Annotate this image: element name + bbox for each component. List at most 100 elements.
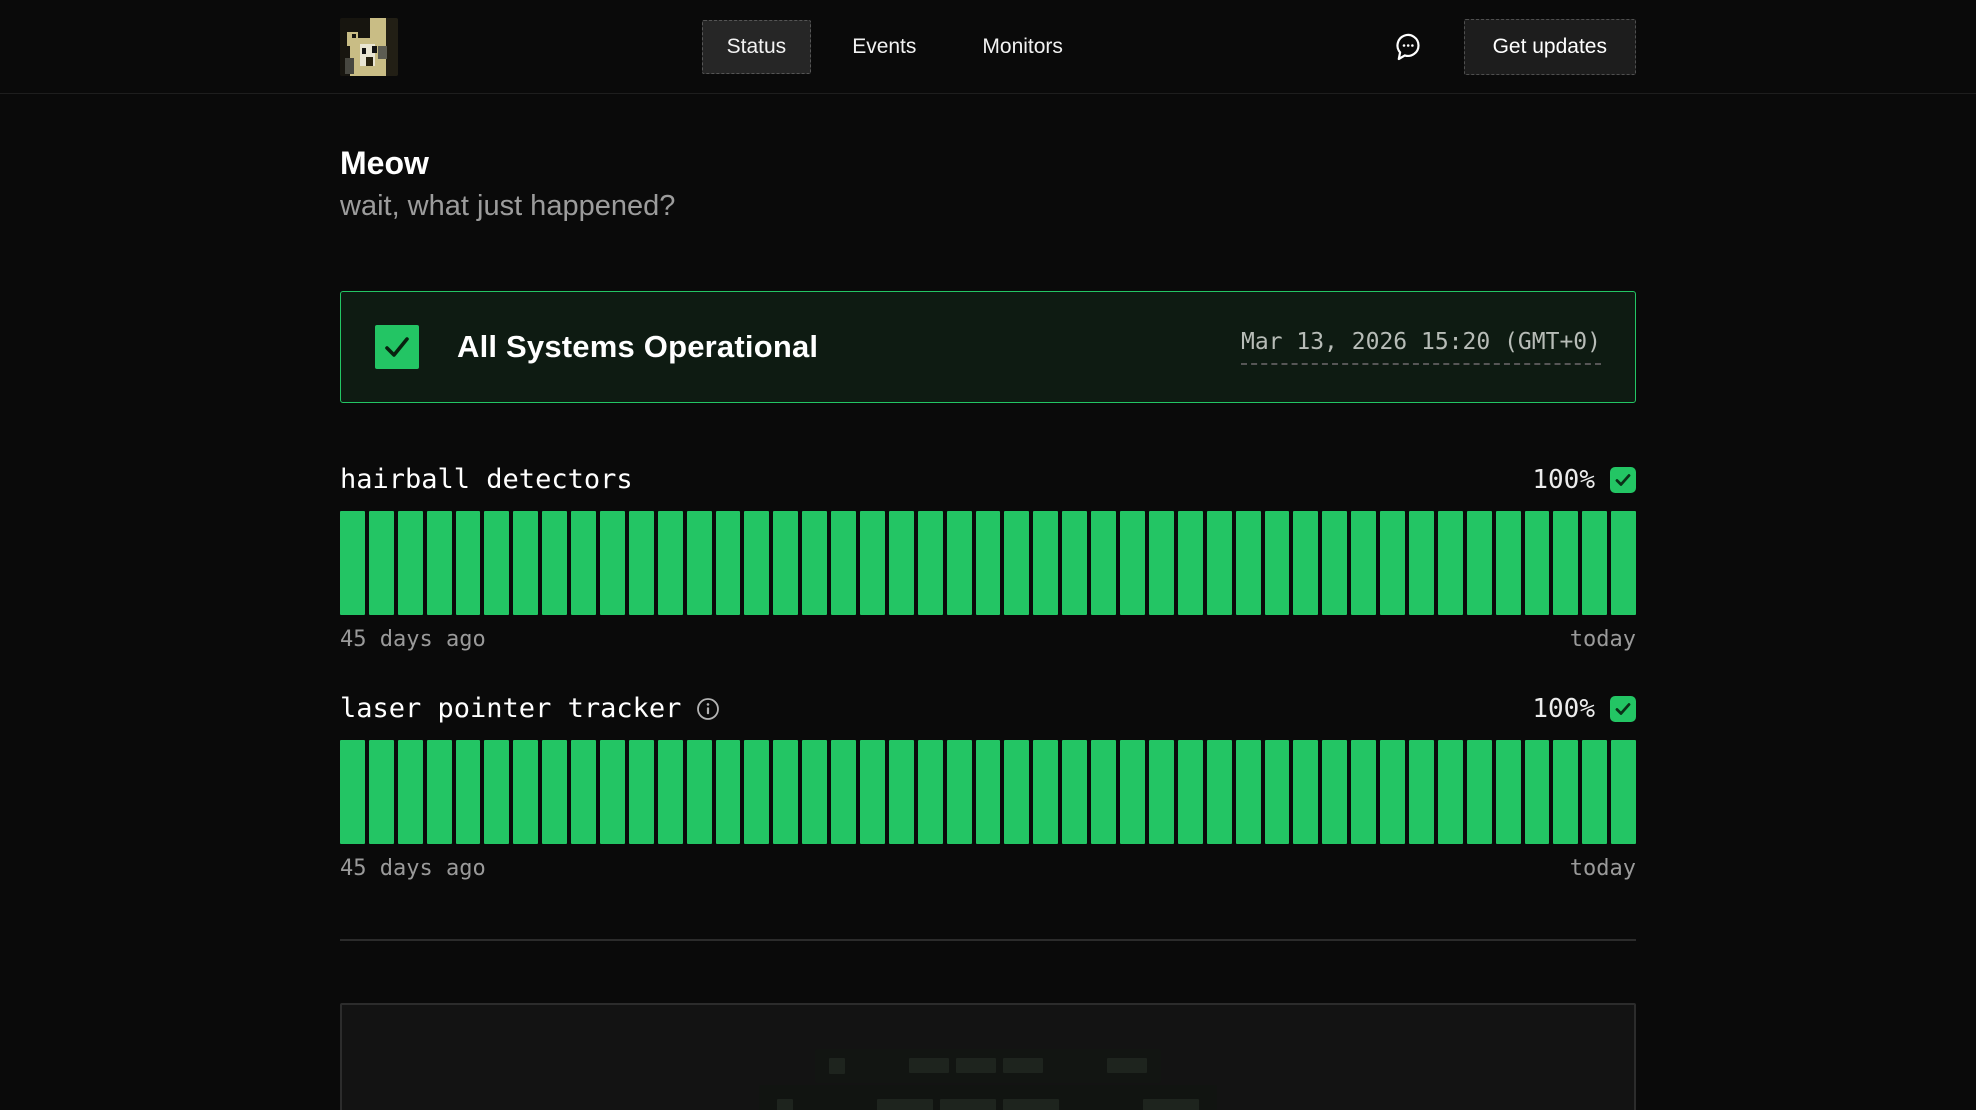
uptime-bar[interactable] (1409, 740, 1434, 844)
uptime-bar[interactable] (513, 740, 538, 844)
uptime-bar[interactable] (1062, 511, 1087, 615)
uptime-bar[interactable] (1553, 511, 1578, 615)
uptime-bar[interactable] (744, 740, 769, 844)
uptime-bar[interactable] (1322, 511, 1347, 615)
uptime-bar[interactable] (1438, 740, 1463, 844)
uptime-bar[interactable] (629, 511, 654, 615)
uptime-bar[interactable] (1351, 511, 1376, 615)
uptime-bar[interactable] (340, 511, 365, 615)
uptime-bar[interactable] (369, 511, 394, 615)
uptime-bar[interactable] (398, 511, 423, 615)
uptime-bar[interactable] (542, 740, 567, 844)
uptime-bar[interactable] (427, 740, 452, 844)
uptime-bar[interactable] (1438, 511, 1463, 615)
uptime-bar[interactable] (1004, 740, 1029, 844)
uptime-bar[interactable] (687, 511, 712, 615)
uptime-bar[interactable] (340, 740, 365, 844)
uptime-bar[interactable] (1496, 511, 1521, 615)
uptime-bar[interactable] (1207, 511, 1232, 615)
uptime-bar[interactable] (513, 511, 538, 615)
uptime-bar[interactable] (918, 511, 943, 615)
uptime-bar[interactable] (1611, 511, 1636, 615)
uptime-bar[interactable] (427, 511, 452, 615)
uptime-bar[interactable] (1293, 511, 1318, 615)
uptime-bar[interactable] (1091, 740, 1116, 844)
get-updates-button[interactable]: Get updates (1464, 19, 1636, 75)
uptime-bar[interactable] (1611, 740, 1636, 844)
uptime-bar[interactable] (398, 740, 423, 844)
uptime-bar[interactable] (687, 740, 712, 844)
uptime-bar[interactable] (744, 511, 769, 615)
uptime-bar[interactable] (1525, 740, 1550, 844)
uptime-bar[interactable] (1467, 740, 1492, 844)
uptime-bar[interactable] (484, 511, 509, 615)
uptime-bar[interactable] (1236, 740, 1261, 844)
status-timestamp[interactable]: Mar 13, 2026 15:20 (GMT+0) (1241, 329, 1601, 365)
uptime-bar[interactable] (1236, 511, 1261, 615)
uptime-bar[interactable] (947, 740, 972, 844)
uptime-bar[interactable] (918, 740, 943, 844)
uptime-bar[interactable] (860, 740, 885, 844)
uptime-bar[interactable] (1062, 740, 1087, 844)
uptime-bar[interactable] (600, 511, 625, 615)
uptime-bar[interactable] (976, 740, 1001, 844)
page-title: Meow (340, 144, 1636, 182)
uptime-bar[interactable] (600, 740, 625, 844)
uptime-bar[interactable] (716, 740, 741, 844)
uptime-bar[interactable] (1467, 511, 1492, 615)
nav-tab-status[interactable]: Status (702, 20, 812, 74)
uptime-bar[interactable] (1178, 740, 1203, 844)
uptime-bar[interactable] (658, 511, 683, 615)
uptime-bar[interactable] (716, 511, 741, 615)
uptime-bar[interactable] (629, 740, 654, 844)
info-icon[interactable] (696, 697, 720, 721)
uptime-bar[interactable] (1178, 511, 1203, 615)
uptime-bar[interactable] (831, 511, 856, 615)
uptime-bar[interactable] (1149, 740, 1174, 844)
uptime-bar[interactable] (456, 740, 481, 844)
uptime-bar[interactable] (1409, 511, 1434, 615)
uptime-bar[interactable] (571, 740, 596, 844)
uptime-bar[interactable] (773, 740, 798, 844)
uptime-bar[interactable] (1380, 511, 1405, 615)
uptime-bar[interactable] (1120, 511, 1145, 615)
uptime-bar[interactable] (1351, 740, 1376, 844)
uptime-bar[interactable] (831, 740, 856, 844)
uptime-bar[interactable] (1004, 511, 1029, 615)
uptime-bar[interactable] (1207, 740, 1232, 844)
uptime-bar[interactable] (860, 511, 885, 615)
site-logo-cat-avatar[interactable] (340, 18, 398, 76)
uptime-bar[interactable] (542, 511, 567, 615)
uptime-bar[interactable] (889, 740, 914, 844)
uptime-bar[interactable] (456, 511, 481, 615)
uptime-bar[interactable] (658, 740, 683, 844)
uptime-bar[interactable] (1322, 740, 1347, 844)
uptime-bar[interactable] (1582, 511, 1607, 615)
nav-tab-monitors[interactable]: Monitors (957, 20, 1088, 74)
uptime-bar[interactable] (571, 511, 596, 615)
uptime-bar[interactable] (889, 511, 914, 615)
uptime-bar[interactable] (976, 511, 1001, 615)
uptime-bar[interactable] (773, 511, 798, 615)
uptime-bar[interactable] (1033, 740, 1058, 844)
uptime-bar[interactable] (1553, 740, 1578, 844)
uptime-bar[interactable] (369, 740, 394, 844)
uptime-bar[interactable] (947, 511, 972, 615)
uptime-bar[interactable] (1496, 740, 1521, 844)
uptime-bar[interactable] (1265, 740, 1290, 844)
uptime-bar[interactable] (802, 740, 827, 844)
uptime-bar[interactable] (1091, 511, 1116, 615)
uptime-bar[interactable] (802, 511, 827, 615)
uptime-bar[interactable] (484, 740, 509, 844)
uptime-bar[interactable] (1293, 740, 1318, 844)
nav-tabs: Status Events Monitors (702, 20, 1088, 74)
uptime-bar[interactable] (1120, 740, 1145, 844)
nav-tab-events[interactable]: Events (827, 20, 941, 74)
uptime-bar[interactable] (1265, 511, 1290, 615)
uptime-bar[interactable] (1380, 740, 1405, 844)
uptime-bar[interactable] (1582, 740, 1607, 844)
uptime-bar[interactable] (1525, 511, 1550, 615)
chat-button[interactable] (1392, 31, 1424, 63)
uptime-bar[interactable] (1149, 511, 1174, 615)
uptime-bar[interactable] (1033, 511, 1058, 615)
